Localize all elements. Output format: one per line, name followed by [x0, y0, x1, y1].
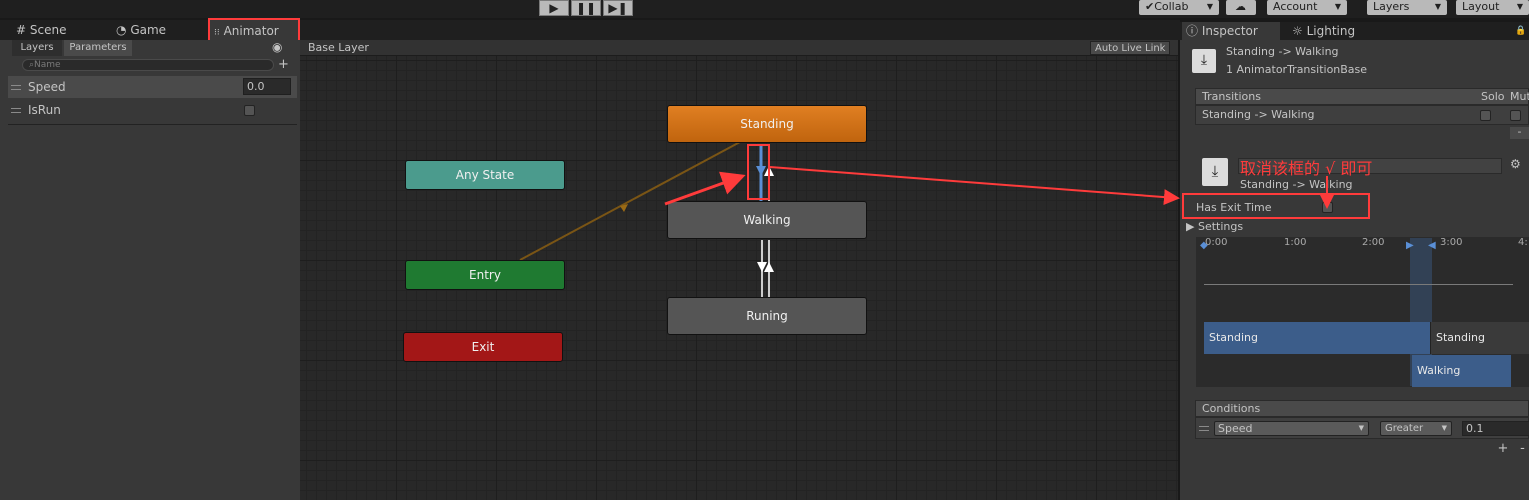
arrow-to-has-exit-time	[769, 166, 1180, 206]
arrow-to-transition	[664, 171, 746, 206]
annotation-arrows	[664, 166, 1335, 209]
